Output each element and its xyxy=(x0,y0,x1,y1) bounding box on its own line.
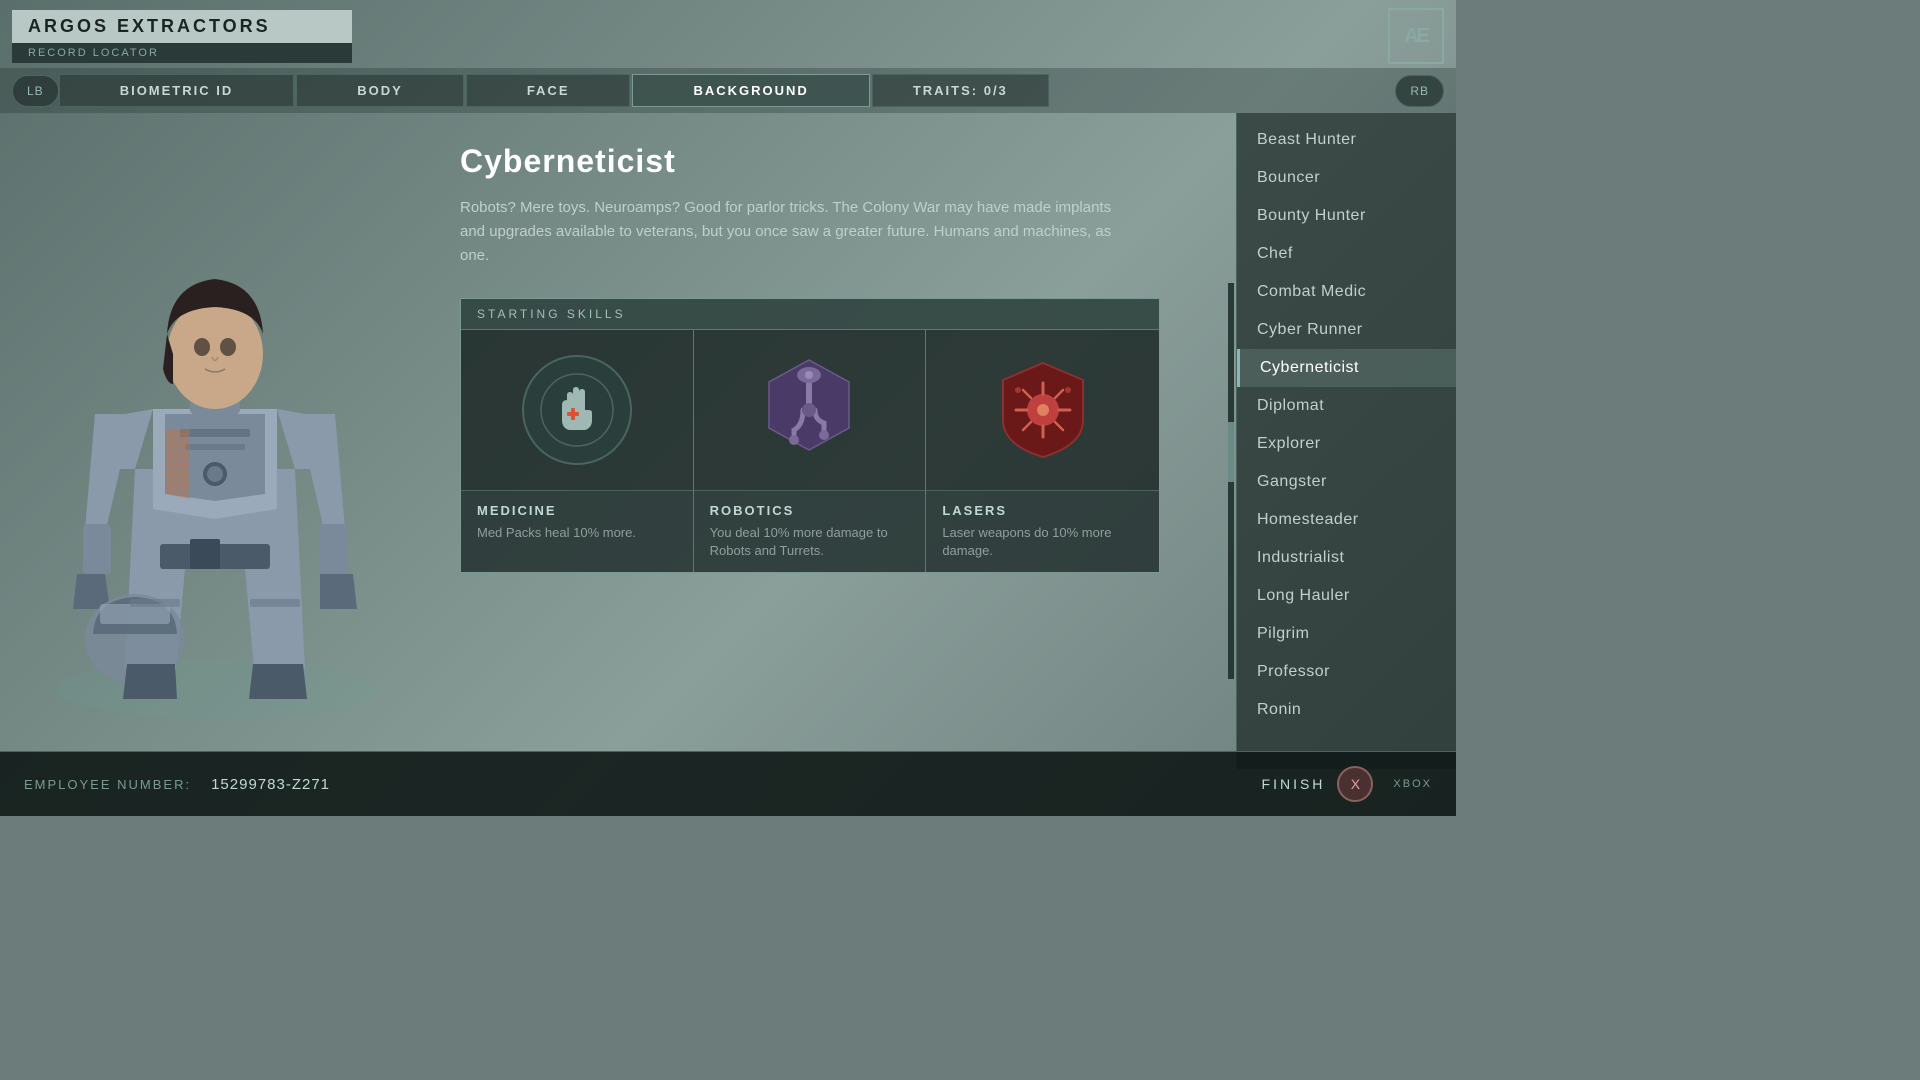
medicine-icon xyxy=(522,355,632,465)
skill-card-lasers: LASERS Laser weapons do 10% more damage. xyxy=(926,330,1159,572)
skill-name-medicine: MEDICINE xyxy=(477,503,677,518)
character-svg xyxy=(5,189,425,769)
skill-info-medicine: MEDICINE Med Packs heal 10% more. xyxy=(461,490,693,572)
employee-block: EMPLOYEE NUMBER: 15299783-Z271 xyxy=(24,776,330,793)
character-area xyxy=(0,113,430,769)
nav-left-button[interactable]: LB xyxy=(12,75,59,107)
background-description: Robots? Mere toys. Neuroamps? Good for p… xyxy=(460,196,1140,268)
scroll-indicator xyxy=(1228,283,1234,679)
app-title: ARGOS EXTRACTORS xyxy=(12,10,352,43)
finish-button[interactable]: X xyxy=(1337,766,1373,802)
sidebar-item-diplomat[interactable]: Diplomat xyxy=(1237,387,1456,425)
skill-icon-area-lasers xyxy=(926,330,1159,490)
sidebar-item-bouncer[interactable]: Bouncer xyxy=(1237,159,1456,197)
skills-section: STARTING SKILLS xyxy=(460,298,1160,573)
sidebar-item-ronin[interactable]: Ronin xyxy=(1237,691,1456,729)
sidebar-item-gangster[interactable]: Gangster xyxy=(1237,463,1456,501)
skill-desc-robotics: You deal 10% more damage to Robots and T… xyxy=(710,524,910,560)
skill-info-lasers: LASERS Laser weapons do 10% more damage. xyxy=(926,490,1159,572)
sidebar-item-cyber-runner[interactable]: Cyber Runner xyxy=(1237,311,1456,349)
sidebar-item-combat-medic[interactable]: Combat Medic xyxy=(1237,273,1456,311)
skill-card-robotics: ROBOTICS You deal 10% more damage to Rob… xyxy=(694,330,927,572)
skill-desc-medicine: Med Packs heal 10% more. xyxy=(477,524,677,542)
employee-label: EMPLOYEE NUMBER: xyxy=(24,777,191,792)
skills-grid: MEDICINE Med Packs heal 10% more. xyxy=(461,330,1159,572)
lasers-icon xyxy=(988,355,1098,465)
skill-card-medicine: MEDICINE Med Packs heal 10% more. xyxy=(461,330,694,572)
scroll-thumb xyxy=(1228,422,1234,482)
robotics-icon xyxy=(754,355,864,465)
header: ARGOS EXTRACTORS RECORD LOCATOR AE xyxy=(0,0,1456,64)
sidebar-item-industrialist[interactable]: Industrialist xyxy=(1237,539,1456,577)
title-block: ARGOS EXTRACTORS RECORD LOCATOR xyxy=(12,10,352,63)
nav-bar: LB BIOMETRIC ID BODY FACE BACKGROUND TRA… xyxy=(0,68,1456,113)
skill-info-robotics: ROBOTICS You deal 10% more damage to Rob… xyxy=(694,490,926,572)
sidebar-item-beast-hunter[interactable]: Beast Hunter xyxy=(1237,121,1456,159)
skill-desc-lasers: Laser weapons do 10% more damage. xyxy=(942,524,1143,560)
tab-face[interactable]: FACE xyxy=(466,74,631,107)
skill-icon-area-medicine xyxy=(461,330,693,490)
tab-body[interactable]: BODY xyxy=(296,74,464,107)
sidebar-item-homesteader[interactable]: Homesteader xyxy=(1237,501,1456,539)
tab-background[interactable]: BACKGROUND xyxy=(632,74,869,107)
tab-traits[interactable]: TRAITS: 0/3 xyxy=(872,74,1049,107)
skill-name-robotics: ROBOTICS xyxy=(710,503,910,518)
character-image xyxy=(0,113,430,769)
sidebar-item-cyberneticist[interactable]: Cyberneticist xyxy=(1237,349,1456,387)
sidebar-item-explorer[interactable]: Explorer xyxy=(1237,425,1456,463)
subtitle: RECORD LOCATOR xyxy=(12,43,352,63)
sidebar-item-professor[interactable]: Professor xyxy=(1237,653,1456,691)
main-content: Cyberneticist Robots? Mere toys. Neuroam… xyxy=(0,113,1456,769)
content-area: Cyberneticist Robots? Mere toys. Neuroam… xyxy=(430,113,1236,769)
skills-header: STARTING SKILLS xyxy=(461,299,1159,330)
footer: EMPLOYEE NUMBER: 15299783-Z271 FINISH X … xyxy=(0,751,1456,816)
skill-icon-area-robotics xyxy=(694,330,926,490)
employee-number: 15299783-Z271 xyxy=(211,776,330,793)
finish-label: FINISH xyxy=(1262,776,1326,792)
background-list-sidebar[interactable]: Beast Hunter Bouncer Bounty Hunter Chef … xyxy=(1236,113,1456,769)
sidebar-item-chef[interactable]: Chef xyxy=(1237,235,1456,273)
nav-right-button[interactable]: RB xyxy=(1395,75,1444,107)
skill-name-lasers: LASERS xyxy=(942,503,1143,518)
background-name: Cyberneticist xyxy=(460,143,1216,180)
platform-label: XBOX xyxy=(1393,778,1432,790)
sidebar-item-pilgrim[interactable]: Pilgrim xyxy=(1237,615,1456,653)
sidebar-item-long-hauler[interactable]: Long Hauler xyxy=(1237,577,1456,615)
tab-biometric-id[interactable]: BIOMETRIC ID xyxy=(59,74,295,107)
finish-block: FINISH X XBOX xyxy=(1262,766,1432,802)
sidebar-item-bounty-hunter[interactable]: Bounty Hunter xyxy=(1237,197,1456,235)
ae-logo: AE xyxy=(1388,8,1444,64)
